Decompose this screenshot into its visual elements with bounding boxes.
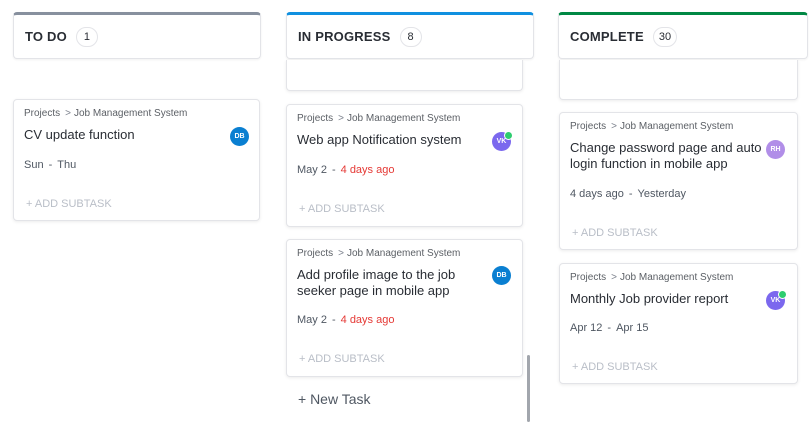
start-date: May 2 [297, 164, 327, 176]
breadcrumb-root[interactable]: Projects [297, 113, 333, 124]
breadcrumb-project[interactable]: Job Management System [347, 248, 460, 259]
column-title: TO DO [25, 29, 67, 44]
breadcrumb-root[interactable]: Projects [570, 272, 606, 283]
column-header-in-progress[interactable]: IN PROGRESS 8 [286, 12, 534, 59]
breadcrumb: Projects > Job Management System [570, 272, 733, 283]
task-card[interactable]: Projects > Job Management System Add pro… [286, 239, 523, 377]
column-scrollbar[interactable] [527, 355, 530, 422]
start-date: May 2 [297, 314, 327, 326]
breadcrumb-project[interactable]: Job Management System [74, 108, 187, 119]
breadcrumb: Projects > Job Management System [297, 113, 460, 124]
task-dates[interactable]: Apr 12- Apr 15 [570, 322, 649, 334]
add-subtask-button[interactable]: + ADD SUBTASK [26, 198, 112, 210]
breadcrumb-project[interactable]: Job Management System [347, 113, 460, 124]
chevron-right-icon: > [338, 113, 344, 124]
online-status-icon [778, 290, 787, 299]
task-dates[interactable]: May 2-4 days ago [297, 164, 394, 176]
breadcrumb: Projects > Job Management System [24, 108, 187, 119]
chevron-right-icon: > [611, 272, 617, 283]
breadcrumb-root[interactable]: Projects [570, 121, 606, 132]
assignee-avatar[interactable]: VK [492, 131, 513, 151]
task-count-badge: 8 [399, 26, 422, 47]
chevron-right-icon: > [65, 108, 71, 119]
assignee-avatar[interactable]: DB [230, 127, 249, 146]
chevron-right-icon: > [338, 248, 344, 259]
task-card-partial[interactable] [559, 60, 798, 100]
breadcrumb-root[interactable]: Projects [297, 248, 333, 259]
breadcrumb-project[interactable]: Job Management System [620, 121, 733, 132]
task-title[interactable]: Change password page and auto login func… [570, 140, 766, 172]
add-subtask-button[interactable]: + ADD SUBTASK [299, 353, 385, 365]
column-header-complete[interactable]: COMPLETE 30 [558, 12, 808, 59]
assignee-avatar[interactable]: RH [766, 140, 785, 159]
add-subtask-button[interactable]: + ADD SUBTASK [572, 361, 658, 373]
task-count-badge: 1 [75, 26, 98, 47]
task-title[interactable]: Web app Notification system [297, 132, 487, 148]
breadcrumb: Projects > Job Management System [570, 121, 733, 132]
task-card[interactable]: Projects > Job Management System Web app… [286, 104, 523, 227]
due-date: Yesterday [637, 188, 687, 200]
task-dates[interactable]: May 2-4 days ago [297, 314, 394, 326]
column-title: IN PROGRESS [298, 29, 391, 44]
task-card[interactable]: Projects > Job Management System Monthly… [559, 263, 798, 384]
due-date: 4 days ago [340, 164, 395, 176]
column-header-todo[interactable]: TO DO 1 [13, 12, 261, 59]
due-date: Apr 15 [616, 322, 649, 334]
due-date: Thu [57, 159, 77, 171]
task-dates[interactable]: 4 days ago - Yesterday [570, 188, 686, 200]
column-title: COMPLETE [570, 29, 644, 44]
start-date: Apr 12 [570, 322, 603, 334]
chevron-right-icon: > [611, 121, 617, 132]
online-status-icon [504, 131, 513, 140]
start-date: Sun [24, 159, 44, 171]
breadcrumb: Projects > Job Management System [297, 248, 460, 259]
task-card-partial[interactable] [286, 60, 523, 91]
task-card[interactable]: Projects > Job Management System Change … [559, 112, 798, 250]
task-card[interactable]: Projects > Job Management System CV upda… [13, 99, 260, 221]
due-date: 4 days ago [340, 314, 395, 326]
task-title[interactable]: Add profile image to the job seeker page… [297, 267, 477, 299]
task-count-badge: 30 [652, 26, 678, 47]
add-subtask-button[interactable]: + ADD SUBTASK [572, 227, 658, 239]
new-task-button[interactable]: + New Task [298, 391, 371, 407]
assignee-avatar[interactable]: DB [492, 266, 511, 285]
task-dates[interactable]: Sun - Thu [24, 159, 76, 171]
add-subtask-button[interactable]: + ADD SUBTASK [299, 203, 385, 215]
assignee-avatar[interactable]: VK [766, 290, 787, 310]
breadcrumb-root[interactable]: Projects [24, 108, 60, 119]
breadcrumb-project[interactable]: Job Management System [620, 272, 733, 283]
task-title[interactable]: Monthly Job provider report [570, 291, 766, 307]
task-title[interactable]: CV update function [24, 127, 224, 143]
start-date: 4 days ago [570, 188, 624, 200]
